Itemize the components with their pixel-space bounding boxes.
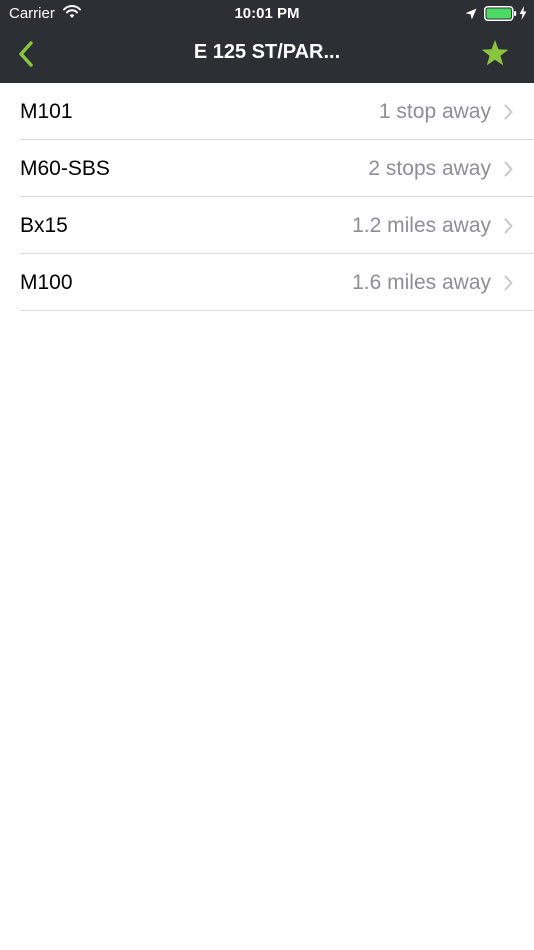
route-row-m101[interactable]: M101 1 stop away <box>20 83 534 140</box>
location-arrow-icon <box>465 7 477 20</box>
star-icon <box>481 40 509 66</box>
route-row-bx15[interactable]: Bx15 1.2 miles away <box>20 197 534 254</box>
status-time: 10:01 PM <box>234 5 300 22</box>
route-distance: 1 stop away <box>378 100 491 123</box>
charging-bolt-icon <box>519 6 527 20</box>
app-header: Carrier 10:01 PM E 125 ST/PAR... <box>0 0 534 83</box>
route-distance: 1.6 miles away <box>352 271 491 294</box>
chevron-left-icon <box>19 41 33 67</box>
back-button[interactable] <box>10 36 46 72</box>
battery-icon <box>484 6 517 21</box>
route-list: M101 1 stop away M60-SBS 2 stops away Bx… <box>0 83 534 311</box>
chevron-right-icon <box>504 275 513 291</box>
chevron-right-icon <box>504 104 513 120</box>
chevron-right-icon <box>504 161 513 177</box>
route-distance: 2 stops away <box>368 157 491 180</box>
route-name: Bx15 <box>20 214 68 237</box>
route-name: M100 <box>20 271 73 294</box>
route-name: M60-SBS <box>20 157 110 180</box>
chevron-right-icon <box>504 218 513 234</box>
favorite-button[interactable] <box>476 36 516 72</box>
route-row-m60-sbs[interactable]: M60-SBS 2 stops away <box>20 140 534 197</box>
route-distance: 1.2 miles away <box>352 214 491 237</box>
route-row-m100[interactable]: M100 1.6 miles away <box>20 254 534 311</box>
status-bar: Carrier 10:01 PM <box>0 0 534 28</box>
navigation-bar: E 125 ST/PAR... <box>0 28 534 83</box>
page-title: E 125 ST/PAR... <box>193 41 341 63</box>
route-name: M101 <box>20 100 73 123</box>
